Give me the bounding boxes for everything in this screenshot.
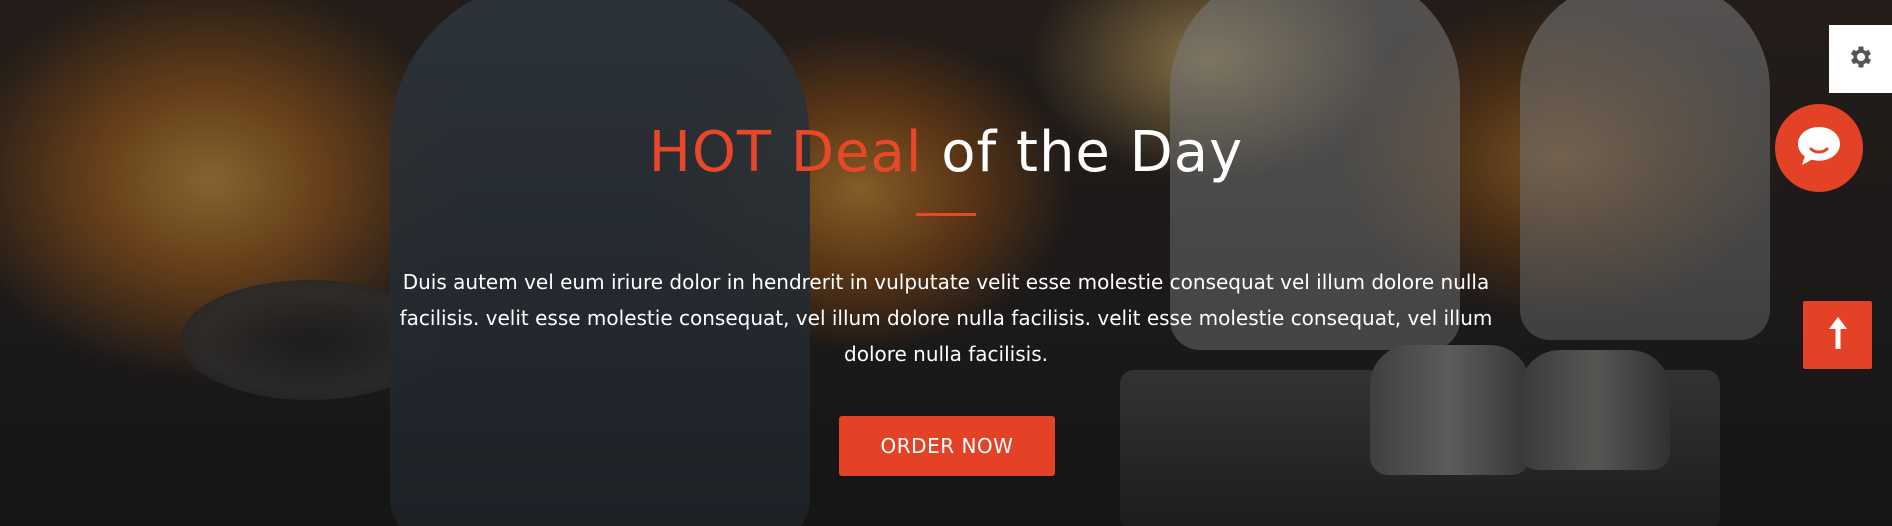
arrow-up-icon xyxy=(1827,315,1849,355)
gear-icon xyxy=(1847,43,1875,75)
order-now-button[interactable]: ORDER NOW xyxy=(839,416,1055,476)
hero-section: HOT Deal of the Day Duis autem vel eum i… xyxy=(0,0,1892,526)
title-underline xyxy=(916,213,976,216)
hero-title-accent: HOT Deal xyxy=(648,120,923,185)
back-to-top-button[interactable] xyxy=(1803,301,1872,369)
hero-description: Duis autem vel eum iriure dolor in hendr… xyxy=(399,270,1493,366)
chat-button[interactable] xyxy=(1775,104,1863,192)
hero-title: HOT Deal of the Day xyxy=(0,118,1892,188)
hero-content: HOT Deal of the Day Duis autem vel eum i… xyxy=(0,0,1892,526)
hero-title-rest: of the Day xyxy=(941,120,1244,185)
chat-bubble-icon xyxy=(1796,125,1842,171)
settings-button[interactable] xyxy=(1829,25,1892,93)
